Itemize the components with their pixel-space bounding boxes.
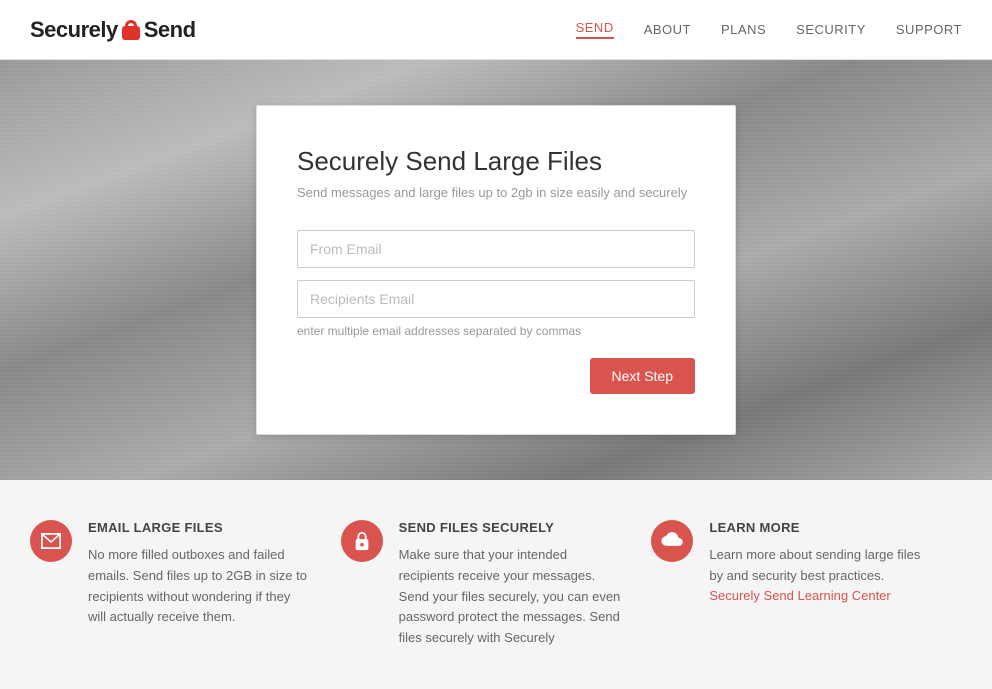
feature-send-securely: SEND FILES SECURELY Make sure that your … xyxy=(341,520,652,649)
from-email-input[interactable] xyxy=(297,230,695,268)
next-step-button[interactable]: Next Step xyxy=(590,358,695,394)
header: Securely Send SEND ABOUT PLANS SECURITY … xyxy=(0,0,992,60)
email-large-files-content: EMAIL LARGE FILES No more filled outboxe… xyxy=(88,520,311,628)
mail-icon xyxy=(41,533,61,549)
feature-title-secure: SEND FILES SECURELY xyxy=(399,520,622,535)
recipients-email-input[interactable] xyxy=(297,280,695,318)
card-footer: Next Step xyxy=(297,358,695,394)
send-securely-content: SEND FILES SECURELY Make sure that your … xyxy=(399,520,622,649)
feature-body-secure: Make sure that your intended recipients … xyxy=(399,545,622,649)
feature-body-email: No more filled outboxes and failed email… xyxy=(88,545,311,628)
cloud-icon xyxy=(661,532,683,550)
lock-icon xyxy=(353,531,371,551)
card-title: Securely Send Large Files xyxy=(297,146,695,177)
learn-more-icon xyxy=(651,520,693,562)
logo-text-after: Send xyxy=(144,17,196,43)
nav-about[interactable]: ABOUT xyxy=(644,22,691,37)
hero-section: Securely Send Large Files Send messages … xyxy=(0,60,992,480)
feature-body-learn: Learn more about sending large files by … xyxy=(709,545,932,587)
lock-body xyxy=(122,26,140,40)
learning-center-link[interactable]: Securely Send Learning Center xyxy=(709,588,890,603)
feature-email-large-files: EMAIL LARGE FILES No more filled outboxe… xyxy=(30,520,341,649)
nav-send[interactable]: SEND xyxy=(576,20,614,39)
features-section: EMAIL LARGE FILES No more filled outboxe… xyxy=(0,480,992,689)
feature-title-email: EMAIL LARGE FILES xyxy=(88,520,311,535)
main-nav: SEND ABOUT PLANS SECURITY SUPPORT xyxy=(576,20,962,39)
main-card: Securely Send Large Files Send messages … xyxy=(256,105,736,435)
send-securely-icon xyxy=(341,520,383,562)
email-large-files-icon xyxy=(30,520,72,562)
logo-lock-icon xyxy=(120,20,142,40)
nav-support[interactable]: SUPPORT xyxy=(896,22,962,37)
card-subtitle: Send messages and large files up to 2gb … xyxy=(297,185,695,200)
nav-plans[interactable]: PLANS xyxy=(721,22,766,37)
logo: Securely Send xyxy=(30,17,196,43)
nav-security[interactable]: SECURITY xyxy=(796,22,866,37)
feature-learn-more: LEARN MORE Learn more about sending larg… xyxy=(651,520,962,649)
logo-text-before: Securely xyxy=(30,17,118,43)
recipients-hint: enter multiple email addresses separated… xyxy=(297,324,695,338)
learn-more-content: LEARN MORE Learn more about sending larg… xyxy=(709,520,932,603)
feature-title-learn: LEARN MORE xyxy=(709,520,932,535)
